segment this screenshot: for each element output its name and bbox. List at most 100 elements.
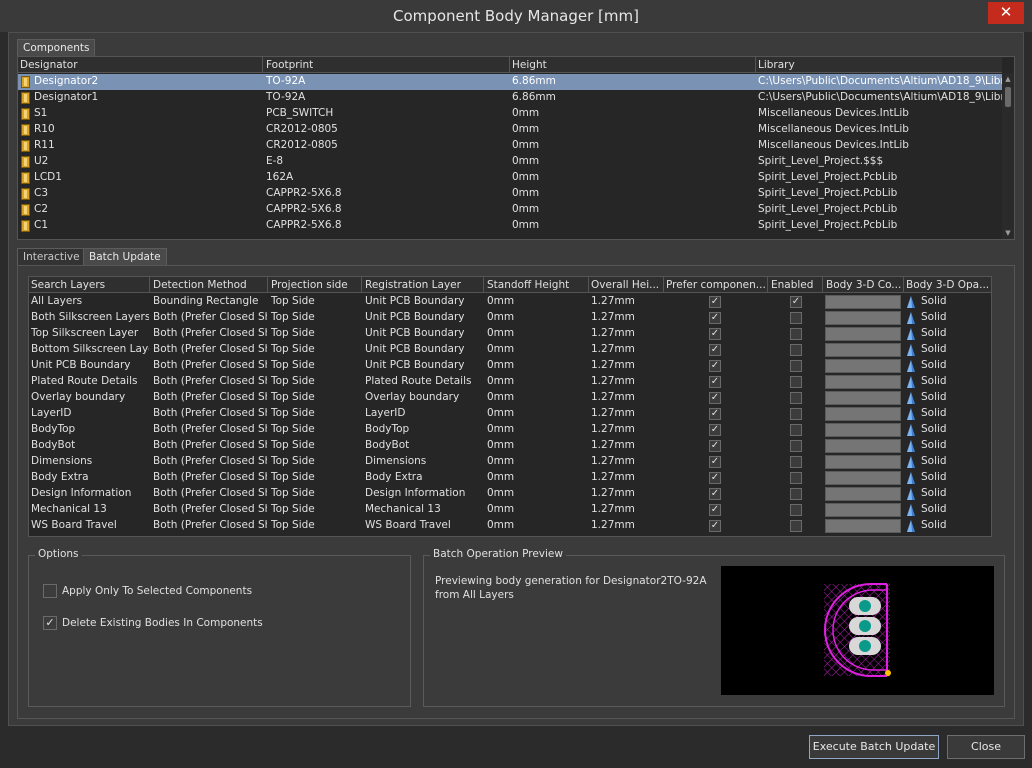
registration-layer-cell[interactable]: Mechanical 13 xyxy=(365,503,483,515)
close-window-button[interactable]: ✕ xyxy=(988,2,1024,24)
scroll-down-icon[interactable]: ▼ xyxy=(1002,227,1014,239)
scroll-up-icon[interactable]: ▲ xyxy=(991,293,992,305)
body-opacity-cell[interactable]: Solid xyxy=(921,487,989,499)
body-color-swatch[interactable] xyxy=(825,327,901,341)
projection-side-cell[interactable]: Top Side xyxy=(271,487,361,499)
close-button[interactable]: Close xyxy=(947,735,1025,759)
detection-method-cell[interactable]: Both (Prefer Closed Sh xyxy=(153,375,267,387)
table-row[interactable]: Body Extra Both (Prefer Closed Sh Top Side… xyxy=(29,470,991,486)
enabled-checkbox[interactable] xyxy=(790,392,802,404)
table-row[interactable]: Mechanical 13 Both (Prefer Closed Sh Top S… xyxy=(29,502,991,518)
enabled-checkbox[interactable] xyxy=(790,456,802,468)
column-header-enabled[interactable]: Enabled xyxy=(771,279,823,291)
column-header-search-layers[interactable]: Search Layers xyxy=(31,279,149,291)
overall-height-cell[interactable]: 1.27mm xyxy=(591,439,663,451)
body-color-swatch[interactable] xyxy=(825,375,901,389)
detection-method-cell[interactable]: Both (Prefer Closed Sh xyxy=(153,343,267,355)
search-layer-cell[interactable]: Top Silkscreen Layer xyxy=(31,327,149,339)
table-row[interactable]: Overlay boundary Both (Prefer Closed Sh To… xyxy=(29,390,991,406)
overall-height-cell[interactable]: 1.27mm xyxy=(591,455,663,467)
projection-side-cell[interactable]: Top Side xyxy=(271,375,361,387)
table-row[interactable]: WS Board Travel Both (Prefer Closed Sh Top… xyxy=(29,518,991,534)
body-color-swatch[interactable] xyxy=(825,359,901,373)
table-row[interactable]: Top Silkscreen Layer Both (Prefer Closed … xyxy=(29,326,991,342)
standoff-height-cell[interactable]: 0mm xyxy=(487,487,587,499)
overall-height-cell[interactable]: 1.27mm xyxy=(591,327,663,339)
registration-layer-cell[interactable]: BodyBot xyxy=(365,439,483,451)
table-row[interactable]: R11 CR2012-0805 0mm Miscellaneous Devices.I… xyxy=(18,138,1002,154)
enabled-checkbox[interactable] xyxy=(790,424,802,436)
registration-layer-cell[interactable]: Unit PCB Boundary xyxy=(365,359,483,371)
body-opacity-cell[interactable]: Solid xyxy=(921,471,989,483)
prefer-component-checkbox[interactable]: ✓ xyxy=(709,424,721,436)
overall-height-cell[interactable]: 1.27mm xyxy=(591,359,663,371)
enabled-checkbox[interactable] xyxy=(790,328,802,340)
tab-batch-update[interactable]: Batch Update xyxy=(83,248,167,265)
search-layer-cell[interactable]: Unit PCB Boundary xyxy=(31,359,149,371)
table-row[interactable]: C1 CAPPR2-5X6.8 0mm Spirit_Level_Project.Pc… xyxy=(18,218,1002,234)
registration-layer-cell[interactable]: Unit PCB Boundary xyxy=(365,327,483,339)
body-opacity-cell[interactable]: Solid xyxy=(921,343,989,355)
column-header-standoff-height[interactable]: Standoff Height xyxy=(487,279,587,291)
tab-components[interactable]: Components xyxy=(17,39,96,56)
detection-method-cell[interactable]: Both (Prefer Closed Sh xyxy=(153,359,267,371)
body-color-swatch[interactable] xyxy=(825,295,901,309)
detection-method-cell[interactable]: Both (Prefer Closed Sh xyxy=(153,391,267,403)
table-row[interactable]: Designator2 TO-92A 6.86mm C:\Users\Public\D… xyxy=(18,74,1002,90)
body-opacity-cell[interactable]: Solid xyxy=(921,519,989,531)
checkbox[interactable]: ✓ xyxy=(43,616,57,630)
column-header-designator[interactable]: Designator xyxy=(20,59,260,71)
table-row[interactable]: C3 CAPPR2-5X6.8 0mm Spirit_Level_Project.Pc… xyxy=(18,186,1002,202)
body-color-swatch[interactable] xyxy=(825,503,901,517)
projection-side-cell[interactable]: Top Side xyxy=(271,295,361,307)
column-header-library[interactable]: Library xyxy=(758,59,998,71)
registration-layer-cell[interactable]: BodyTop xyxy=(365,423,483,435)
projection-side-cell[interactable]: Top Side xyxy=(271,471,361,483)
table-row[interactable]: LayerID Both (Prefer Closed Sh Top Side Lay… xyxy=(29,406,991,422)
table-row[interactable]: Designator1 TO-92A 6.86mm C:\Users\Public\D… xyxy=(18,90,1002,106)
table-row[interactable]: Plated Route Details Both (Prefer Closed … xyxy=(29,374,991,390)
body-opacity-cell[interactable]: Solid xyxy=(921,391,989,403)
prefer-component-checkbox[interactable]: ✓ xyxy=(709,440,721,452)
table-row[interactable]: LCD1 162A 0mm Spirit_Level_Project.PcbLib xyxy=(18,170,1002,186)
prefer-component-checkbox[interactable]: ✓ xyxy=(709,328,721,340)
projection-side-cell[interactable]: Top Side xyxy=(271,391,361,403)
detection-method-cell[interactable]: Both (Prefer Closed Sh xyxy=(153,487,267,499)
search-layer-cell[interactable]: BodyTop xyxy=(31,423,149,435)
standoff-height-cell[interactable]: 0mm xyxy=(487,407,587,419)
table-row[interactable]: Bottom Silkscreen Layer Both (Prefer Clos… xyxy=(29,342,991,358)
body-opacity-cell[interactable]: Solid xyxy=(921,375,989,387)
prefer-component-checkbox[interactable]: ✓ xyxy=(709,504,721,516)
column-header-registration-layer[interactable]: Registration Layer xyxy=(365,279,483,291)
overall-height-cell[interactable]: 1.27mm xyxy=(591,343,663,355)
body-opacity-cell[interactable]: Solid xyxy=(921,295,989,307)
search-layer-cell[interactable]: Overlay boundary xyxy=(31,391,149,403)
enabled-checkbox[interactable] xyxy=(790,360,802,372)
registration-layer-cell[interactable]: Plated Route Details xyxy=(365,375,483,387)
overall-height-cell[interactable]: 1.27mm xyxy=(591,375,663,387)
overall-height-cell[interactable]: 1.27mm xyxy=(591,519,663,531)
body-opacity-cell[interactable]: Solid xyxy=(921,327,989,339)
table-row[interactable]: C2 CAPPR2-5X6.8 0mm Spirit_Level_Project.Pc… xyxy=(18,202,1002,218)
table-row[interactable]: Unit PCB Boundary Both (Prefer Closed Sh T… xyxy=(29,358,991,374)
enabled-checkbox[interactable] xyxy=(790,312,802,324)
column-header-body-opacity[interactable]: Body 3-D Opa... xyxy=(906,279,991,291)
search-layer-cell[interactable]: Mechanical 13 xyxy=(31,503,149,515)
scroll-down-icon[interactable]: ▼ xyxy=(991,524,992,536)
enabled-checkbox[interactable] xyxy=(790,344,802,356)
table-row[interactable]: Both Silkscreen Layers Both (Prefer Close… xyxy=(29,310,991,326)
body-color-swatch[interactable] xyxy=(825,487,901,501)
overall-height-cell[interactable]: 1.27mm xyxy=(591,423,663,435)
body-color-swatch[interactable] xyxy=(825,343,901,357)
body-opacity-cell[interactable]: Solid xyxy=(921,439,989,451)
column-header-height[interactable]: Height xyxy=(512,59,752,71)
standoff-height-cell[interactable]: 0mm xyxy=(487,295,587,307)
column-header-footprint[interactable]: Footprint xyxy=(266,59,506,71)
detection-method-cell[interactable]: Bounding Rectangle xyxy=(153,295,267,307)
detection-method-cell[interactable]: Both (Prefer Closed Sh xyxy=(153,439,267,451)
enabled-checkbox[interactable] xyxy=(790,408,802,420)
search-layer-cell[interactable]: WS Board Travel xyxy=(31,519,149,531)
body-color-swatch[interactable] xyxy=(825,439,901,453)
standoff-height-cell[interactable]: 0mm xyxy=(487,455,587,467)
registration-layer-cell[interactable]: Dimensions xyxy=(365,455,483,467)
